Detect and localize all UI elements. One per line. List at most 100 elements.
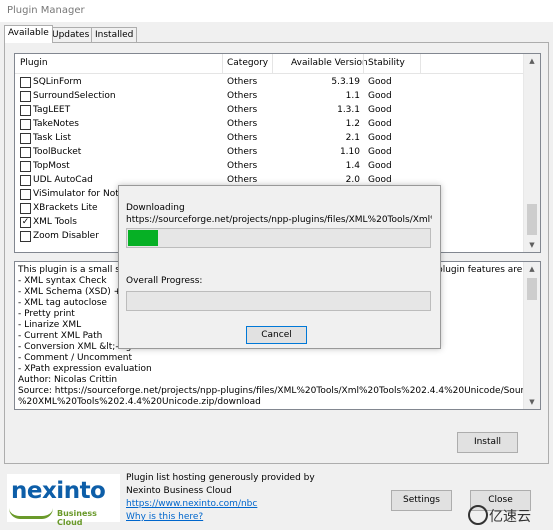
plugin-category: Others xyxy=(227,119,258,129)
list-item[interactable]: Task List Others 2.1 Good xyxy=(15,132,523,146)
sponsor-line1: Plugin list hosting generously provided … xyxy=(126,473,315,483)
column-header-category[interactable]: Category xyxy=(227,58,268,68)
list-item[interactable]: TagLEET Others 1.3.1 Good xyxy=(15,104,523,118)
sponsor-info: Plugin list hosting generously provided … xyxy=(126,472,315,524)
cancel-button[interactable]: Cancel xyxy=(246,326,307,344)
plugin-category: Others xyxy=(227,175,258,185)
column-header-stability[interactable]: Stability xyxy=(368,58,405,68)
plugin-checkbox[interactable]: ✓ xyxy=(20,217,31,228)
plugin-stability: Good xyxy=(368,147,392,157)
plugin-name: TopMost xyxy=(33,161,70,171)
scroll-down-icon[interactable]: ▼ xyxy=(524,238,540,252)
plugin-version: 1.4 xyxy=(345,161,360,171)
download-progress-fill xyxy=(128,230,159,246)
description-right-fragment: plugin features are: xyxy=(437,265,526,275)
list-item[interactable]: SQLinForm Others 5.3.19 Good xyxy=(15,76,523,90)
description-scrollbar[interactable]: ▲ ▼ xyxy=(523,262,540,409)
description-source-line1: Source: https://sourceforge.net/projects… xyxy=(18,386,535,396)
plugin-stability: Good xyxy=(368,77,392,87)
window-title: Plugin Manager xyxy=(7,5,85,16)
plugin-checkbox[interactable] xyxy=(20,161,31,172)
plugin-version: 5.3.19 xyxy=(331,77,360,87)
description-line: Author: Nicolas Crittin xyxy=(18,375,118,385)
plugin-version: 1.10 xyxy=(339,147,360,157)
plugin-stability: Good xyxy=(368,105,392,115)
plugin-checkbox[interactable] xyxy=(20,119,31,130)
list-item[interactable]: TakeNotes Others 1.2 Good xyxy=(15,118,523,132)
tab-updates[interactable]: Updates xyxy=(48,27,94,42)
download-progress-bar xyxy=(126,228,431,248)
plugin-checkbox[interactable] xyxy=(20,203,31,214)
description-line: - Comment / Uncomment xyxy=(18,353,133,363)
plugin-stability: Good xyxy=(368,161,392,171)
downloading-label: Downloading xyxy=(126,203,185,213)
plugin-name: ViSimulator for Notep xyxy=(33,189,131,199)
plugin-name: XML Tools xyxy=(33,217,77,227)
plugin-checkbox[interactable] xyxy=(20,133,31,144)
plugin-version: 1.2 xyxy=(345,119,360,129)
sponsor-line2: Nexinto Business Cloud xyxy=(126,486,232,496)
plugin-checkbox[interactable] xyxy=(20,105,31,116)
install-button[interactable]: Install xyxy=(457,432,518,453)
tab-available[interactable]: Available xyxy=(4,25,53,43)
logo-wordmark: nexinto xyxy=(11,478,106,504)
scroll-up-icon[interactable]: ▲ xyxy=(524,54,540,68)
plugin-category: Others xyxy=(227,161,258,171)
why-is-this-here-link[interactable]: Why is this here? xyxy=(126,511,315,524)
list-header: Plugin Category Available Version Stabil… xyxy=(15,54,523,74)
plugin-version: 1.1 xyxy=(345,91,360,101)
sponsor-logo[interactable]: nexinto Business Cloud xyxy=(7,474,120,527)
plugin-list-scrollbar[interactable]: ▲ ▼ xyxy=(523,54,540,252)
logo-swoosh-icon xyxy=(9,508,53,519)
description-line: - XPath expression evaluation xyxy=(18,364,152,374)
plugin-checkbox[interactable] xyxy=(20,231,31,242)
plugin-name: UDL AutoCad xyxy=(33,175,93,185)
description-source-line2: %20XML%20Tools%202.4.4%20Unicode.zip/dow… xyxy=(18,397,261,407)
scroll-up-icon[interactable]: ▲ xyxy=(524,262,540,276)
logo-subtitle: Business Cloud xyxy=(57,509,97,527)
plugin-checkbox[interactable] xyxy=(20,91,31,102)
plugin-stability: Good xyxy=(368,91,392,101)
watermark: 亿速云 xyxy=(468,503,550,527)
download-progress-dialog: Downloading https://sourceforge.net/proj… xyxy=(118,185,441,349)
watermark-logo-icon xyxy=(468,505,488,525)
scroll-thumb[interactable] xyxy=(527,278,537,300)
plugin-checkbox[interactable] xyxy=(20,175,31,186)
plugin-version: 2.1 xyxy=(345,133,360,143)
plugin-stability: Good xyxy=(368,175,392,185)
plugin-version: 2.0 xyxy=(345,175,360,185)
plugin-name: ToolBucket xyxy=(33,147,82,157)
list-item[interactable]: ToolBucket Others 1.10 Good xyxy=(15,146,523,160)
plugin-name: XBrackets Lite xyxy=(33,203,98,213)
plugin-category: Others xyxy=(227,77,258,87)
plugin-category: Others xyxy=(227,105,258,115)
plugin-manager-window: Plugin Manager Available Updates Install… xyxy=(0,0,553,530)
plugin-name: TakeNotes xyxy=(33,119,79,129)
plugin-checkbox[interactable] xyxy=(20,189,31,200)
plugin-category: Others xyxy=(227,133,258,143)
list-item[interactable]: TopMost Others 1.4 Good xyxy=(15,160,523,174)
plugin-category: Others xyxy=(227,147,258,157)
scroll-down-icon[interactable]: ▼ xyxy=(524,395,540,409)
column-header-version[interactable]: Available Version xyxy=(291,58,368,68)
plugin-checkbox[interactable] xyxy=(20,147,31,158)
plugin-name: SQLinForm xyxy=(33,77,82,87)
overall-progress-label: Overall Progress: xyxy=(126,276,203,286)
title-bar: Plugin Manager xyxy=(0,0,553,22)
sponsor-link[interactable]: https://www.nexinto.com/nbc xyxy=(126,498,315,511)
plugin-checkbox[interactable] xyxy=(20,77,31,88)
tab-installed[interactable]: Installed xyxy=(91,27,138,42)
download-url: https://sourceforge.net/projects/npp-plu… xyxy=(126,215,432,225)
plugin-name: Task List xyxy=(33,133,72,143)
plugin-stability: Good xyxy=(368,119,392,129)
overall-progress-bar xyxy=(126,291,431,311)
plugin-stability: Good xyxy=(368,133,392,143)
list-item[interactable]: SurroundSelection Others 1.1 Good xyxy=(15,90,523,104)
plugin-version: 1.3.1 xyxy=(337,105,360,115)
plugin-name: Zoom Disabler xyxy=(33,231,99,241)
scroll-thumb[interactable] xyxy=(527,204,537,235)
column-header-plugin[interactable]: Plugin xyxy=(20,58,48,68)
settings-button[interactable]: Settings xyxy=(391,490,452,511)
watermark-text: 亿速云 xyxy=(489,509,531,525)
plugin-category: Others xyxy=(227,91,258,101)
